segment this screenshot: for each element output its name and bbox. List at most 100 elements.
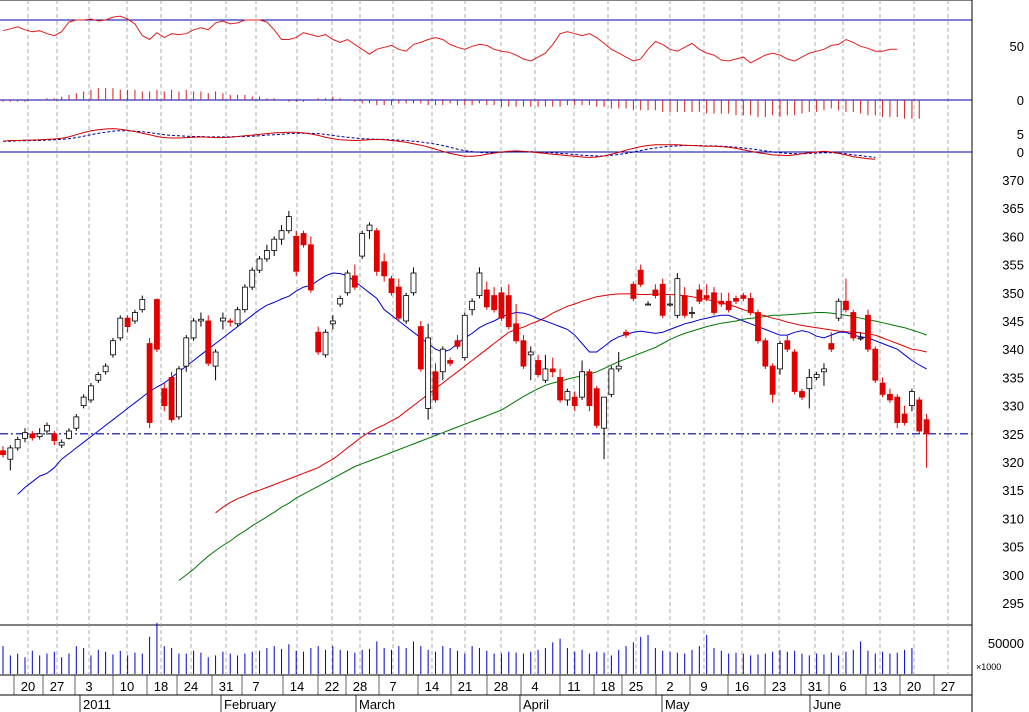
candle	[520, 335, 527, 369]
candle	[329, 315, 336, 330]
candle-body	[821, 368, 827, 373]
candle	[755, 309, 761, 344]
candle-body	[359, 233, 366, 257]
day-tick-label: 20	[907, 679, 921, 694]
month-label: February	[224, 697, 277, 712]
candle-body	[454, 340, 461, 347]
candle	[586, 368, 593, 412]
rsi-panel	[0, 15, 972, 64]
candle-body	[307, 244, 314, 291]
candle-body	[762, 340, 769, 367]
candle-body	[110, 340, 116, 356]
candle	[117, 315, 124, 341]
candle-body	[234, 309, 241, 325]
price-tick-label: 325	[1002, 427, 1024, 442]
candle	[322, 329, 329, 358]
candle	[22, 428, 28, 443]
candle	[747, 292, 754, 316]
day-tick-label: 14	[425, 679, 439, 694]
date-axis: 20 27 3 10 18 24 31 7 14 22 28 7 14 21 28 4 11 18 25 2 9 16 23…	[13, 675, 955, 712]
candle	[73, 414, 80, 431]
candle	[315, 326, 322, 355]
candle	[183, 335, 190, 372]
candle-body	[190, 320, 197, 339]
candle	[740, 292, 747, 302]
candle	[762, 337, 769, 369]
candle-body	[315, 331, 322, 353]
rsi-tick-label: 50	[1010, 39, 1024, 54]
day-tick-label: 21	[458, 679, 472, 694]
candle	[381, 253, 388, 282]
candle	[703, 284, 710, 302]
rsi-line	[2, 15, 898, 64]
macd-panel	[0, 128, 972, 160]
candle-body	[865, 314, 871, 350]
candle	[278, 225, 285, 245]
candle	[14, 436, 21, 451]
candle	[29, 430, 36, 441]
candle-body	[916, 399, 923, 432]
candle-body	[571, 396, 578, 407]
candle	[51, 430, 58, 446]
candle	[601, 396, 607, 460]
momentum-tick-label: 0	[1017, 93, 1024, 108]
candle	[571, 391, 578, 412]
candle-body	[843, 300, 849, 311]
right-axis-labels: 370 365 360 355 350 345 340 335 330 325 320 315 310 3…	[988, 39, 1024, 651]
candle-body	[711, 292, 717, 313]
candle-body	[366, 224, 373, 232]
candle	[667, 295, 673, 307]
candle	[176, 366, 182, 420]
candle-body	[117, 317, 124, 339]
candle	[527, 346, 534, 381]
candle-body	[29, 433, 36, 439]
candle-body	[241, 286, 248, 311]
candle-body	[630, 283, 637, 299]
candle-body	[491, 295, 498, 311]
candle-body	[278, 230, 285, 240]
candle-body	[615, 365, 622, 370]
candle	[88, 383, 94, 403]
candle-body	[88, 385, 94, 401]
candle-body	[769, 365, 776, 395]
candle	[623, 329, 629, 338]
candle	[154, 298, 160, 353]
candle-body	[22, 432, 28, 439]
candle	[696, 284, 703, 305]
candle	[271, 236, 278, 257]
day-tick-label: 28	[353, 679, 367, 694]
candle	[608, 366, 615, 398]
candle	[637, 264, 644, 288]
candle-body	[513, 323, 519, 342]
day-tick-label: 9	[700, 679, 707, 694]
candle	[850, 309, 857, 341]
candle-body	[300, 233, 307, 246]
candle-body	[887, 393, 893, 401]
day-tick-label: 11	[567, 679, 581, 694]
candle-body	[601, 396, 607, 429]
frames	[0, 0, 973, 712]
candle	[373, 227, 380, 276]
candle-body	[58, 441, 65, 446]
day-tick-label: 22	[325, 679, 339, 694]
day-tick-label: 27	[50, 679, 64, 694]
candle-body	[329, 320, 336, 325]
candle-body	[102, 365, 109, 373]
price-tick-label: 320	[1002, 455, 1024, 470]
candle-body	[703, 295, 710, 299]
candle	[0, 446, 6, 458]
price-tick-label: 345	[1002, 314, 1024, 329]
price-tick-label: 295	[1002, 596, 1024, 611]
candle-body	[14, 439, 21, 449]
candle-body	[784, 340, 791, 350]
price-tick-label: 355	[1002, 258, 1024, 273]
candle-body	[212, 351, 219, 367]
candle-body	[623, 331, 629, 336]
day-tick-label: 16	[735, 679, 749, 694]
volume-panel	[2, 622, 913, 674]
candle-body	[564, 391, 571, 401]
candle-body	[637, 269, 644, 285]
candle	[549, 357, 556, 378]
candle-body	[337, 298, 344, 305]
day-tick-label: 7	[252, 679, 259, 694]
